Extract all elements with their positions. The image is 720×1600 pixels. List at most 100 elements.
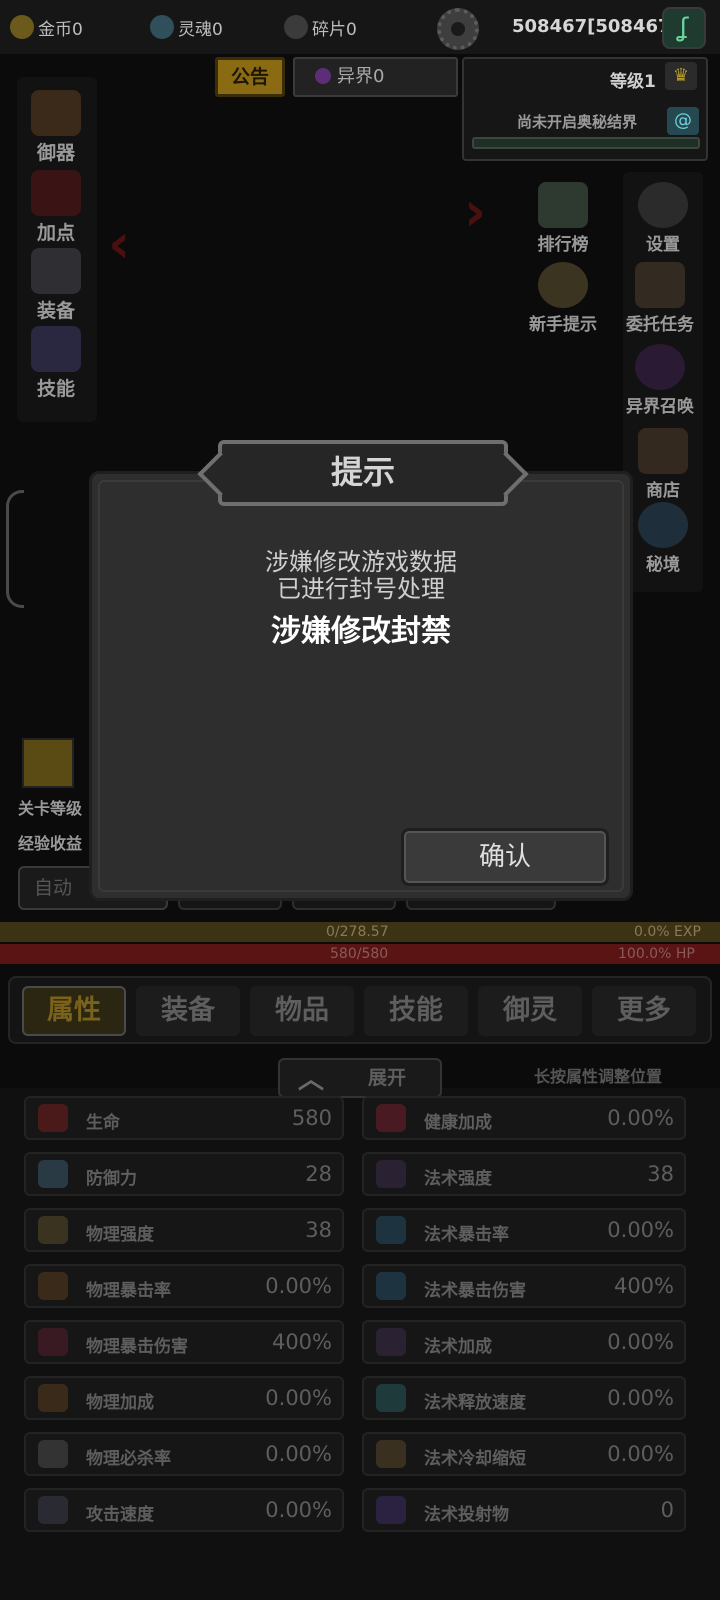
attribute-icon xyxy=(38,1216,68,1244)
chevron-right-icon[interactable]: › xyxy=(464,180,486,243)
lightbulb-icon xyxy=(538,262,588,308)
menu-item-commission[interactable]: 委托任务 xyxy=(616,262,704,335)
attribute-row[interactable]: 物理必杀率 0.00% xyxy=(24,1432,344,1476)
attribute-row[interactable]: 法术加成 0.00% xyxy=(362,1320,686,1364)
mystic-progress-bar xyxy=(472,137,700,149)
attribute-icon xyxy=(376,1384,406,1412)
exp-value: 0/278.57 xyxy=(326,924,389,940)
attribute-row[interactable]: 法术暴击伤害 400% xyxy=(362,1264,686,1308)
menu-item-settings[interactable]: 设置 xyxy=(626,182,700,255)
tab-more[interactable]: 更多 xyxy=(592,986,696,1036)
attribute-icon xyxy=(38,1328,68,1356)
reorder-hint: 长按属性调整位置 xyxy=(534,1067,663,1086)
attribute-icon xyxy=(376,1272,406,1300)
menu-item-shop[interactable]: 商店 xyxy=(626,428,700,501)
attribute-icon xyxy=(376,1440,406,1468)
chevron-up-icon: ︿ xyxy=(298,1065,325,1095)
tab-attributes[interactable]: 属性 xyxy=(22,986,126,1036)
menu-item-equipment[interactable]: 装备 xyxy=(20,248,92,323)
attribute-row[interactable]: 法术强度 38 xyxy=(362,1152,686,1196)
coin-icon xyxy=(10,15,34,39)
attribute-icon xyxy=(38,1104,68,1132)
attribute-row[interactable]: 生命 580 xyxy=(24,1096,344,1140)
menu-item-novice-tips[interactable]: 新手提示 xyxy=(516,262,610,335)
attribute-value: 0.00% xyxy=(607,1386,674,1410)
attribute-value: 38 xyxy=(647,1162,674,1186)
attribute-value: 38 xyxy=(305,1218,332,1242)
attribute-name: 生命 xyxy=(86,1113,120,1133)
attribute-value: 0.00% xyxy=(607,1330,674,1354)
attribute-value: 28 xyxy=(305,1162,332,1186)
tab-spirits[interactable]: 御灵 xyxy=(478,986,582,1036)
attribute-row[interactable]: 法术暴击率 0.00% xyxy=(362,1208,686,1252)
menu-item-ranking[interactable]: 排行榜 xyxy=(520,182,606,255)
scroll-icon xyxy=(31,326,81,372)
attribute-name: 物理强度 xyxy=(86,1225,154,1245)
swirl-icon[interactable]: @ xyxy=(667,107,699,135)
attribute-value: 0.00% xyxy=(607,1442,674,1466)
attribute-icon xyxy=(376,1216,406,1244)
notice-tab[interactable]: 公告 xyxy=(215,57,285,97)
settings-gear-icon xyxy=(638,182,688,228)
menu-item-artifact[interactable]: 御器 xyxy=(20,90,92,165)
attribute-name: 物理加成 xyxy=(86,1393,154,1413)
attribute-row[interactable]: 防御力 28 xyxy=(24,1152,344,1196)
attribute-name: 法术投射物 xyxy=(424,1505,509,1525)
dialog-ban-reason: 涉嫌修改封禁 xyxy=(271,614,451,649)
potion-icon xyxy=(31,170,81,216)
tab-items[interactable]: 物品 xyxy=(250,986,354,1036)
attribute-row[interactable]: 法术冷却缩短 0.00% xyxy=(362,1432,686,1476)
gold-counter: 金币0 xyxy=(10,12,83,42)
menu-item-secret-realm[interactable]: 秘境 xyxy=(626,502,700,575)
soul-counter: 灵魂0 xyxy=(150,12,223,42)
gear-icon[interactable] xyxy=(437,8,479,50)
crown-icon[interactable]: ♛ xyxy=(665,62,697,90)
menu-item-points[interactable]: 加点 xyxy=(20,170,92,245)
chevron-left-icon[interactable]: ‹ xyxy=(108,212,130,275)
tab-equipment[interactable]: 装备 xyxy=(136,986,240,1036)
attribute-name: 法术释放速度 xyxy=(424,1393,526,1413)
dialog-title: 提示 xyxy=(218,440,508,506)
stage-level-label: 关卡等级 xyxy=(18,799,83,818)
stage-icon[interactable] xyxy=(22,738,74,788)
attribute-icon xyxy=(38,1160,68,1188)
attribute-row[interactable]: 健康加成 0.00% xyxy=(362,1096,686,1140)
attribute-row[interactable]: 物理强度 38 xyxy=(24,1208,344,1252)
attribute-row[interactable]: 物理暴击率 0.00% xyxy=(24,1264,344,1308)
attribute-row[interactable]: 法术释放速度 0.00% xyxy=(362,1376,686,1420)
attribute-row[interactable]: 物理加成 0.00% xyxy=(24,1376,344,1420)
shop-bag-icon xyxy=(638,428,688,474)
attribute-value: 0.00% xyxy=(265,1498,332,1522)
menu-item-skills[interactable]: 技能 xyxy=(20,326,92,401)
attribute-value: 0.00% xyxy=(265,1442,332,1466)
attribute-row[interactable]: 攻击速度 0.00% xyxy=(24,1488,344,1532)
avatar[interactable]: ʆ xyxy=(662,7,706,49)
attribute-icon xyxy=(38,1496,68,1524)
armor-icon xyxy=(31,248,81,294)
attribute-icon xyxy=(38,1384,68,1412)
attribute-icon xyxy=(376,1160,406,1188)
trophy-icon xyxy=(538,182,588,228)
hp-percent: 100.0% HP xyxy=(618,946,695,962)
attribute-name: 法术强度 xyxy=(424,1169,492,1189)
player-id: 508467[508467] xyxy=(512,16,679,37)
portal-icon xyxy=(315,68,331,84)
attribute-value: 0.00% xyxy=(607,1218,674,1242)
attribute-value: 400% xyxy=(613,1274,674,1298)
attribute-name: 物理必杀率 xyxy=(86,1449,171,1469)
expand-button[interactable]: ︿ 展开 xyxy=(278,1058,442,1098)
otherworld-tab[interactable]: 异界0 xyxy=(293,57,458,97)
confirm-button[interactable]: 确认 xyxy=(401,828,609,886)
attribute-row[interactable]: 物理暴击伤害 400% xyxy=(24,1320,344,1364)
menu-item-summon[interactable]: 异界召唤 xyxy=(616,344,704,417)
portal-icon xyxy=(635,344,685,390)
side-drawer-handle[interactable] xyxy=(6,490,24,608)
tab-skills[interactable]: 技能 xyxy=(364,986,468,1036)
attribute-name: 法术暴击伤害 xyxy=(424,1281,526,1301)
soul-icon xyxy=(150,15,174,39)
attribute-icon xyxy=(376,1328,406,1356)
attribute-icon xyxy=(38,1440,68,1468)
attribute-icon xyxy=(38,1272,68,1300)
attribute-row[interactable]: 法术投射物 0 xyxy=(362,1488,686,1532)
fragment-counter: 碎片0 xyxy=(284,12,357,42)
